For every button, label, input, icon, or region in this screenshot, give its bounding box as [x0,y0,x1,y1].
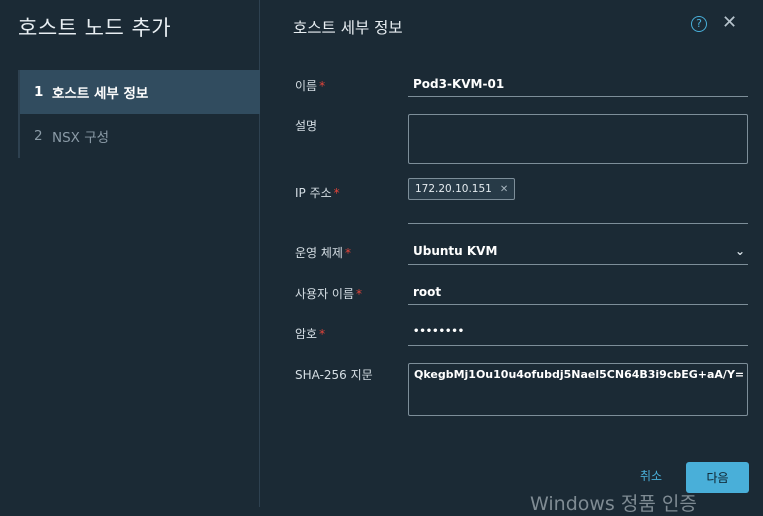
ip-chip-text: 172.20.10.151 [415,183,492,195]
step-number: 2 [34,128,43,144]
os-label: 운영 체제 * [295,246,351,260]
name-label: 이름 * [295,79,326,93]
remove-icon[interactable]: ✕ [500,184,508,195]
wizard-sidebar: 호스트 노드 추가 1 호스트 세부 정보 2 NSX 구성 [0,0,260,507]
sha-label: SHA-256 지문 [295,368,373,382]
username-input[interactable]: root [408,283,748,305]
step-label: 호스트 세부 정보 [52,86,149,102]
ip-input[interactable] [408,204,748,224]
form-panel: 호스트 세부 정보 ? ✕ 이름 * Pod3-KVM-01 설명 IP 주소 * … [260,0,763,515]
ip-chip[interactable]: 172.20.10.151 ✕ [408,178,516,200]
sha-textarea[interactable]: QkegbMj1Ou10u4ofubdj5Nael5CN64B3i9cbEG+a… [408,363,748,416]
chevron-down-icon: ⌄ [734,244,745,258]
os-select[interactable]: Ubuntu KVM ⌄ [408,242,748,265]
cancel-button[interactable]: 취소 [640,467,662,484]
help-circle-icon[interactable]: ? [691,16,707,32]
os-value: Ubuntu KVM [413,244,498,258]
password-input[interactable]: •••••••• [408,323,748,346]
close-icon[interactable]: ✕ [722,12,737,33]
username-label: 사용자 이름 * [295,287,363,301]
description-textarea[interactable] [408,114,748,164]
section-title: 호스트 세부 정보 [293,19,403,37]
step-label: NSX 구성 [52,130,110,146]
step-number: 1 [34,84,44,100]
activation-watermark: Windows 정품 인증 [530,493,697,515]
step-nsx-config[interactable]: 2 NSX 구성 [20,114,260,158]
name-input[interactable]: Pod3-KVM-01 [408,75,748,97]
step-host-details[interactable]: 1 호스트 세부 정보 [20,70,260,114]
wizard-steps: 1 호스트 세부 정보 2 NSX 구성 [18,70,260,158]
password-label: 암호 * [295,327,326,341]
wizard-title: 호스트 노드 추가 [18,16,172,40]
description-label: 설명 [295,119,318,133]
ip-label: IP 주소 * [295,186,340,200]
